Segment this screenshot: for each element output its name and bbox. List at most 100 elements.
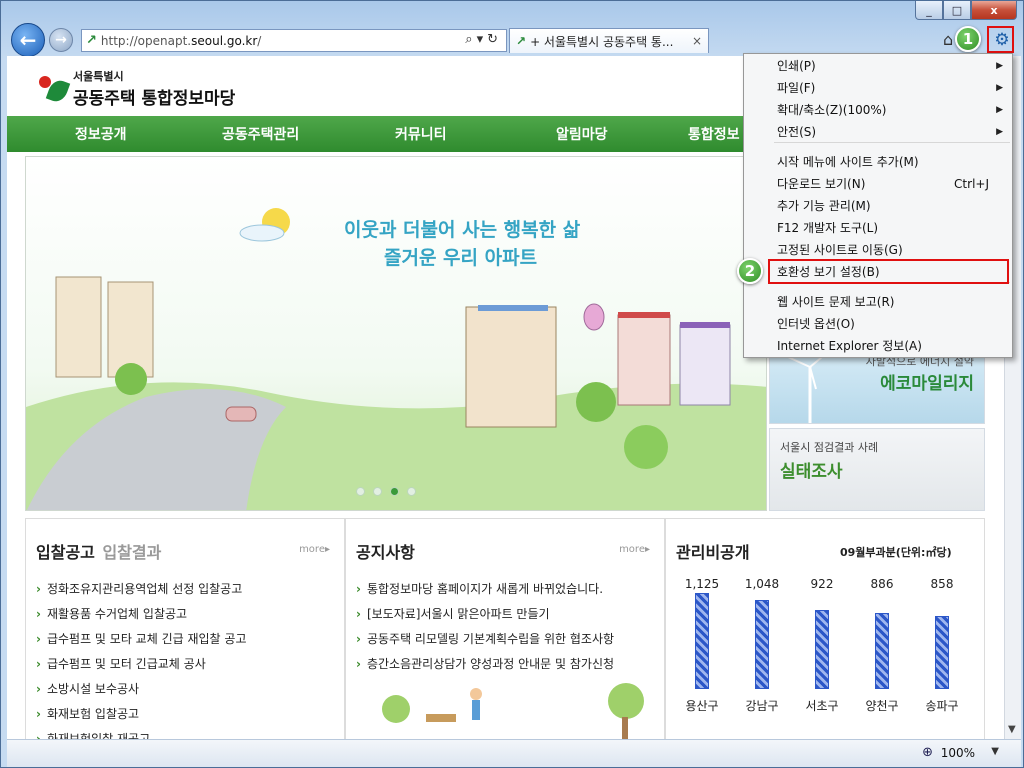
maximize-button[interactable]: □	[943, 1, 971, 20]
menu-item-label: 웹 사이트 문제 보고(R)	[777, 295, 895, 309]
forward-button[interactable]: →	[49, 28, 73, 52]
zoom-dropdown-icon[interactable]: ▼	[991, 746, 999, 757]
address-tools-icons[interactable]: ⌕▾↻	[465, 32, 502, 47]
management-fee-panel: 관리비공개 09월부과분(단위:㎡당) 1,125 용산구 1,048 강남구 922 서…	[665, 518, 985, 739]
url-domain: seoul.go.kr	[191, 33, 258, 48]
menu-item[interactable]: F12 개발자 도구(L)	[745, 217, 1011, 239]
url-prefix: http://openapt.	[100, 33, 192, 48]
menu-item[interactable]: 안전(S) ▶	[745, 121, 1011, 143]
nav-item-management[interactable]: 공동주택관리	[222, 124, 299, 144]
slide-dot[interactable]	[407, 487, 416, 496]
zoom-icon: ⊕	[922, 745, 933, 760]
chart-category-label: 송파구	[925, 699, 959, 713]
close-button[interactable]: x	[971, 1, 1017, 20]
chart-category-label: 서초구	[805, 699, 839, 713]
eco-banner-title: 에코마일리지	[880, 374, 974, 394]
menu-item[interactable]: 인쇄(P) ▶	[745, 55, 1011, 77]
menu-item[interactable]: Internet Explorer 정보(A)	[745, 335, 1011, 357]
address-bar[interactable]: ↗ http://openapt.seoul.go.kr/ ⌕▾↻	[81, 29, 507, 52]
menu-item-label: 인쇄(P)	[777, 59, 816, 73]
bid-tab-active[interactable]: 입찰공고	[36, 543, 95, 562]
slide-dot[interactable]	[373, 487, 382, 496]
site-logo[interactable]: 서울특별시 공동주택 통합정보마당	[35, 68, 235, 109]
menu-item-shortcut: Ctrl+J	[954, 177, 989, 191]
slide-indicator	[356, 487, 416, 496]
scroll-down-icon[interactable]: ▼	[1008, 724, 1016, 735]
slide-dot[interactable]	[356, 487, 365, 496]
submenu-arrow-icon: ▶	[996, 61, 1003, 71]
browser-tab[interactable]: ↗ + 서울특별시 공동주택 통... ×	[509, 28, 709, 53]
list-item[interactable]: 층간소음관리상담가 양성과정 안내문 및 참가신청	[356, 652, 614, 677]
list-item[interactable]: 급수펌프 및 모타 교체 긴급 재입찰 공고	[36, 627, 247, 652]
tab-close-icon[interactable]: ×	[692, 34, 702, 48]
slide-dot[interactable]	[390, 487, 399, 496]
nav-item-integrated[interactable]: 통합정보	[688, 124, 740, 144]
logo-site-name: 공동주택 통합정보마당	[73, 89, 236, 109]
chart-value-label: 858	[930, 577, 954, 591]
chart-bar[interactable]	[755, 600, 769, 689]
submenu-arrow-icon: ▶	[996, 127, 1003, 137]
chart-category-label: 강남구	[745, 699, 779, 713]
notice-panel-title: 공지사항	[356, 543, 415, 562]
menu-item[interactable]: 파일(F) ▶	[745, 77, 1011, 99]
menu-item[interactable]: 시작 메뉴에 사이트 추가(M)	[745, 151, 1011, 173]
bid-more-link[interactable]: more▸	[299, 544, 330, 555]
menu-item-label: Internet Explorer 정보(A)	[777, 339, 922, 353]
home-icon[interactable]: ⌂	[943, 30, 953, 49]
minimize-button[interactable]: _	[915, 1, 943, 20]
notice-list: 통합정보마당 홈페이지가 새롭게 바뀌었습니다. [보도자료]서울시 맑은아파트…	[356, 577, 614, 677]
menu-item[interactable]: 추가 기능 관리(M)	[745, 195, 1011, 217]
notice-more-link[interactable]: more▸	[619, 544, 650, 555]
chart-bar[interactable]	[935, 616, 949, 689]
list-item[interactable]: 화재보험 입찰공고	[36, 702, 246, 727]
mgmt-panel-title: 관리비공개	[676, 543, 750, 562]
back-button[interactable]: ←	[11, 23, 45, 57]
survey-banner-title: 실태조사	[780, 462, 843, 482]
chart-value-label: 1,125	[684, 577, 720, 591]
list-item[interactable]: [보도자료]서울시 맑은아파트 만들기	[356, 602, 614, 627]
list-item[interactable]: 급수펌프 및 모터 긴급교체 공사	[36, 652, 246, 677]
menu-item[interactable]: 다운로드 보기(N) Ctrl+J	[745, 173, 1011, 195]
nav-item-community[interactable]: 커뮤니티	[395, 124, 447, 144]
menu-item-label: 안전(S)	[777, 125, 817, 139]
list-item[interactable]: 소방시설 보수공사	[36, 677, 246, 702]
menu-separator	[774, 142, 1010, 143]
forward-arrow-icon: →	[55, 32, 67, 48]
chart-bar[interactable]	[875, 613, 889, 689]
bid-result-tab[interactable]: 입찰결과	[102, 543, 161, 562]
list-item[interactable]: 통합정보마당 홈페이지가 새롭게 바뀌었습니다.	[356, 577, 614, 602]
chart-category-label: 용산구	[685, 699, 719, 713]
list-item[interactable]: 공동주택 리모델링 기본계획수립을 위한 협조사항	[356, 627, 614, 652]
gear-highlight-box	[987, 26, 1014, 53]
menu-item[interactable]: 확대/축소(Z)(100%) ▶	[745, 99, 1011, 121]
mgmt-unit-label: 09월부과분(단위:㎡당)	[840, 546, 952, 559]
menu-item-label: 다운로드 보기(N)	[777, 177, 866, 191]
submenu-arrow-icon: ▶	[996, 83, 1003, 93]
hero-banner[interactable]: 이웃과 더불어 사는 행복한 삶 즐거운 우리 아파트	[25, 156, 767, 511]
seoul-logo-icon	[35, 72, 71, 106]
bid-panel-title: 입찰공고 입찰결과	[36, 539, 161, 563]
menu-item[interactable]: 인터넷 옵션(O)	[745, 313, 1011, 335]
menu-item[interactable]: 웹 사이트 문제 보고(R)	[745, 291, 1011, 313]
logo-city-text: 서울특별시	[73, 70, 124, 83]
list-item[interactable]: 정화조유지관리용역업체 선정 입찰공고	[36, 577, 246, 602]
tab-favicon: ↗	[516, 34, 527, 48]
back-arrow-icon: ←	[19, 28, 37, 52]
apartment-illustration	[26, 208, 766, 510]
menu-item-label: F12 개발자 도구(L)	[777, 221, 879, 235]
chart-value-label: 886	[870, 577, 894, 591]
nav-item-info[interactable]: 정보공개	[75, 124, 127, 144]
zoom-level[interactable]: 100%	[941, 746, 975, 760]
nav-item-notice[interactable]: 알림마당	[556, 124, 608, 144]
submenu-arrow-icon: ▶	[996, 105, 1003, 115]
menu-item-label: 확대/축소(Z)(100%)	[777, 103, 887, 117]
list-item[interactable]: 화재보험입찰 재공고	[36, 727, 246, 739]
menu-item[interactable]: 고정된 사이트로 이동(G)	[745, 239, 1011, 261]
chart-category-label: 양천구	[865, 699, 899, 713]
chart-bar[interactable]	[695, 593, 709, 689]
status-bar: ⊕ 100% ▼	[7, 739, 1021, 767]
list-item[interactable]: 재활용품 수거업체 입찰공고	[36, 602, 246, 627]
survey-banner[interactable]: 서울시 점검결과 사례 실태조사	[769, 428, 985, 511]
chart-bar[interactable]	[815, 610, 829, 689]
hero-subheadline: 즐거운 우리 아파트	[384, 247, 538, 269]
